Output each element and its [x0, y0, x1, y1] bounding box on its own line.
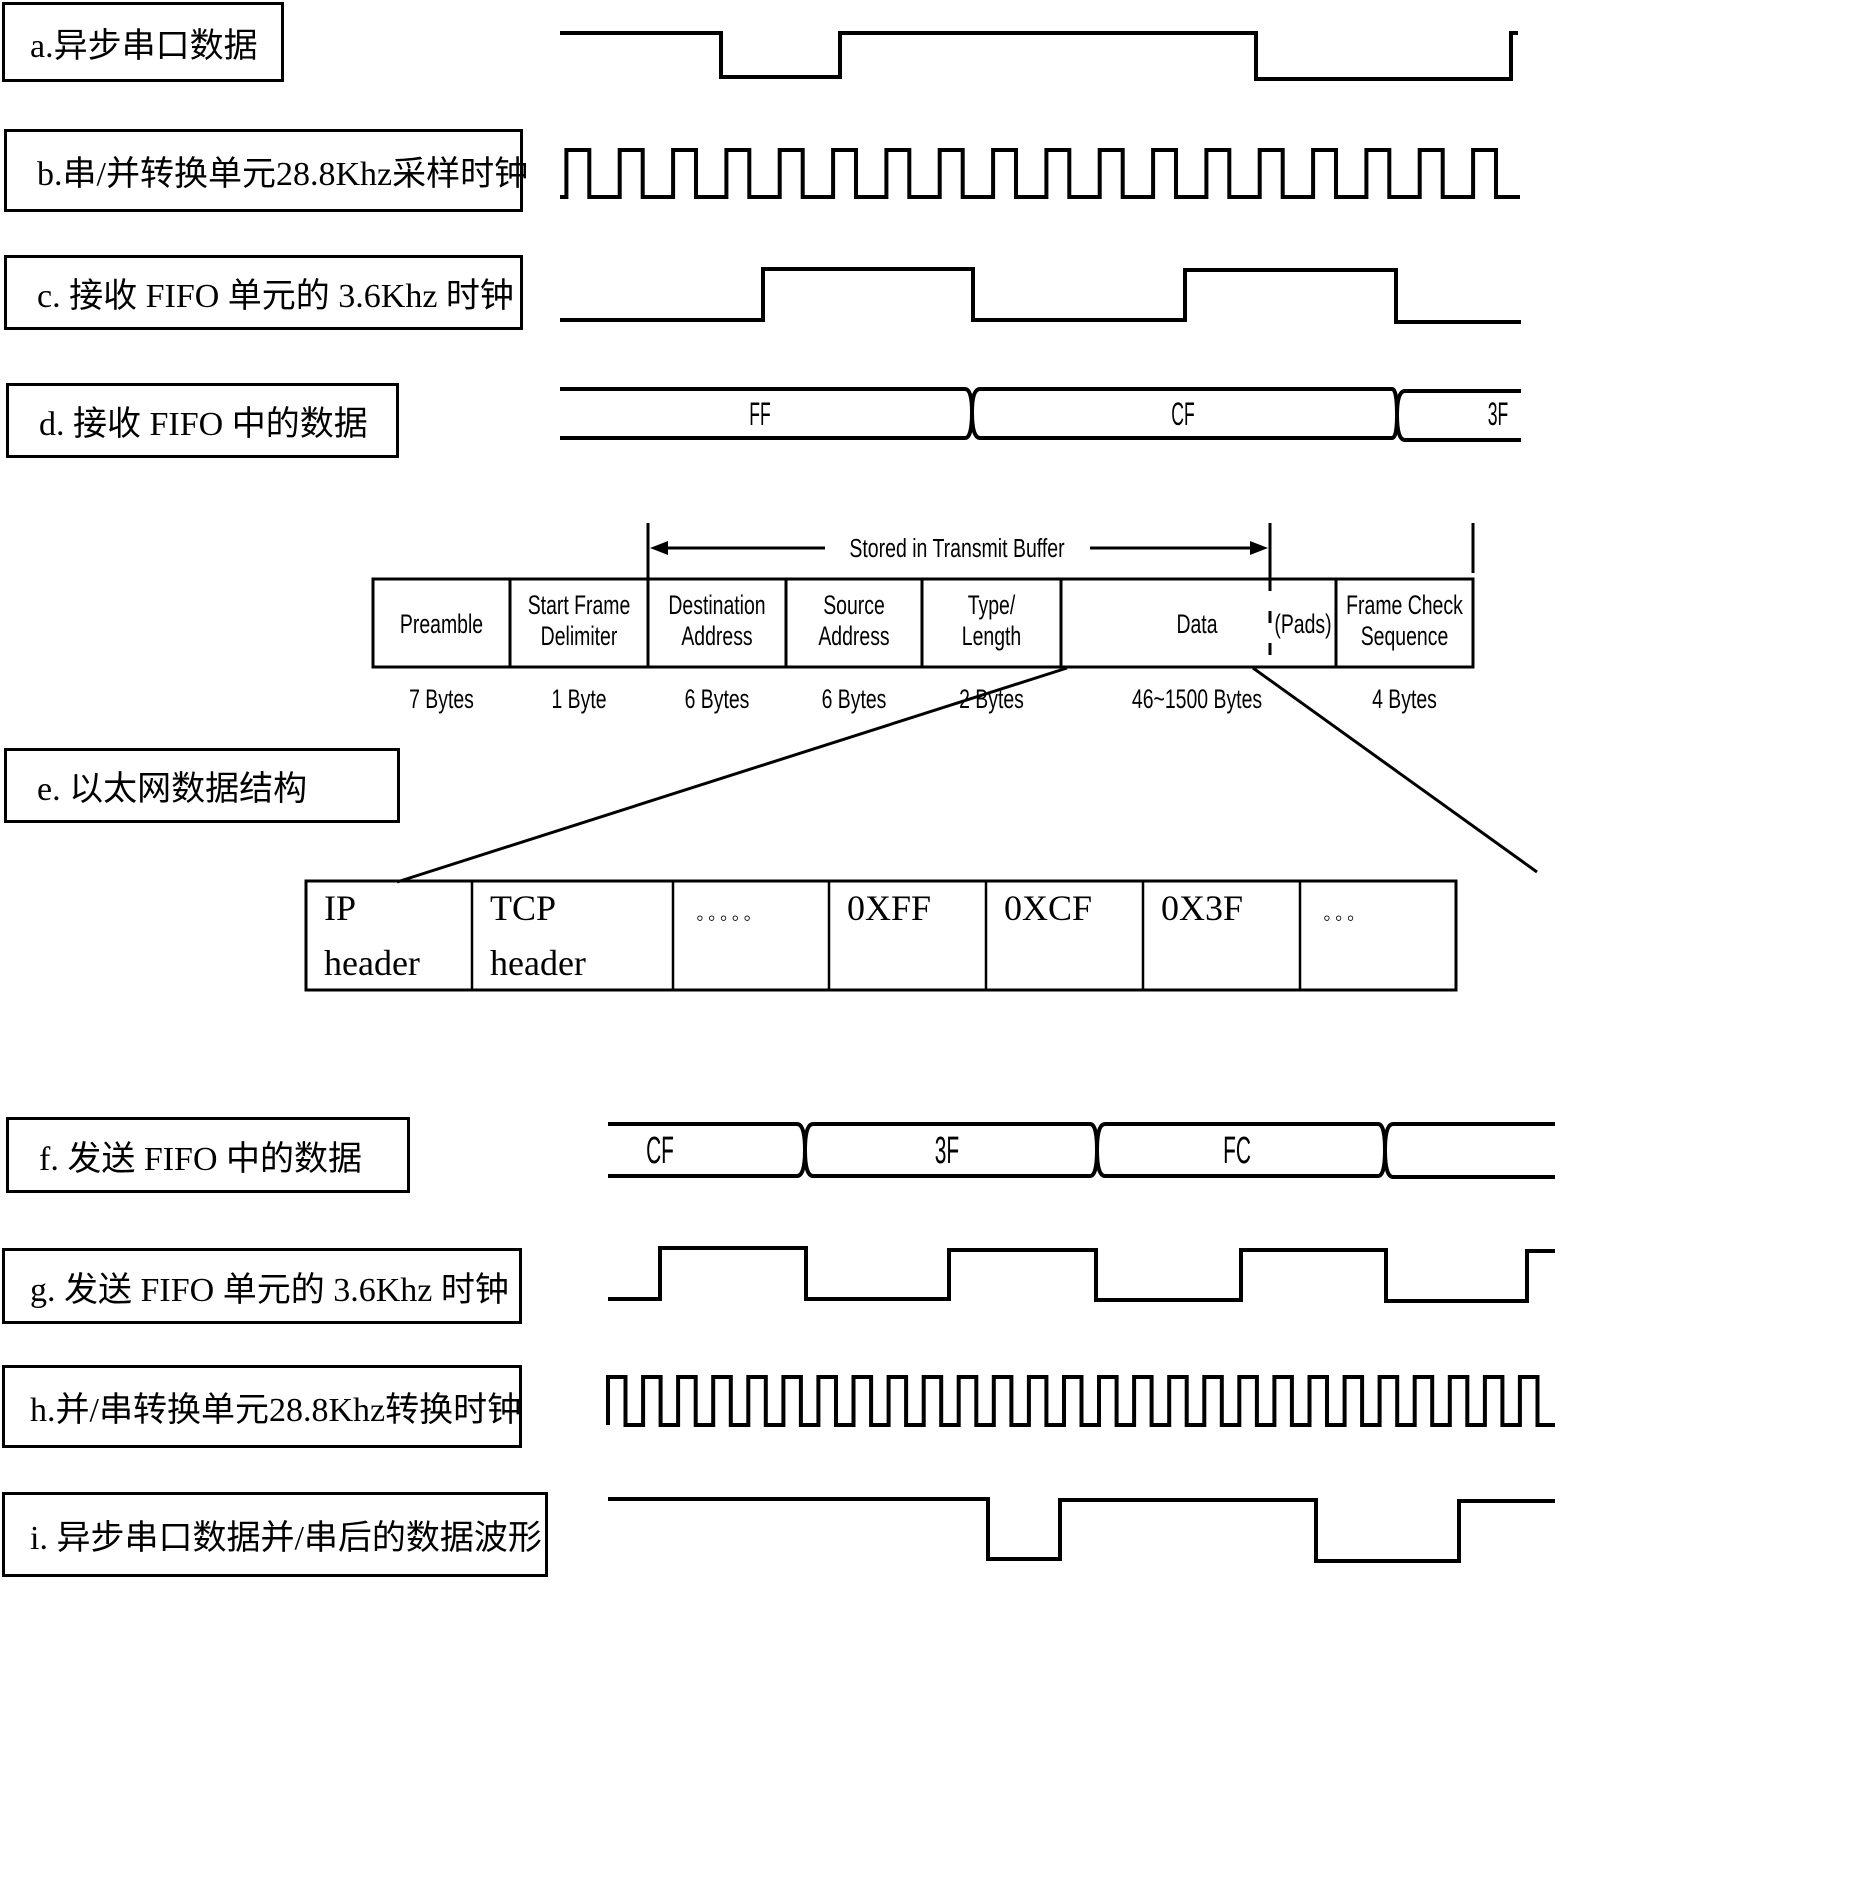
frame-field: Start FrameDelimiter 1 Byte [528, 590, 631, 714]
frame-field-name: (Pads) [1274, 609, 1331, 639]
frame-field-size: 6 Bytes [822, 684, 887, 714]
waveform-h-conversion-clock [606, 1375, 1555, 1427]
frame-field-name: Address [818, 621, 889, 651]
payload-cell-line2: header [324, 943, 420, 983]
frame-field: Type/Length2 Bytes [959, 590, 1024, 714]
bus-d-rx-fifo [560, 387, 1521, 442]
payload-table: IP header TCP header ◦◦◦◦◦ 0XFF 0XCF 0X3F ◦◦◦ [304, 879, 1458, 992]
buffer-annotation: Stored in Transmit Buffer [849, 533, 1065, 562]
timing-diagram: FF CF 3F CF 3F FC Stored in Transmit Buf… [304, 31, 1555, 1563]
rx-byte-2: CF [1171, 398, 1194, 433]
frame-field-name: Delimiter [541, 621, 618, 651]
payload-cell-line1: 0XCF [1004, 888, 1092, 928]
payload-cell: 0X3F [1161, 888, 1243, 928]
frame-field: DestinationAddress 6 Bytes [668, 590, 765, 714]
ethernet-frame: Stored in Transmit Buffer Preamble 7 Byte… [371, 523, 1475, 714]
waveform-a-serial-data [560, 31, 1518, 81]
arrowhead-right-icon [1250, 541, 1268, 555]
payload-cell: TCP header [490, 888, 586, 983]
payload-cell-line1: ◦◦◦ [1323, 905, 1358, 930]
frame-field-name: Destination [668, 590, 765, 620]
arrowhead-left-icon [650, 541, 668, 555]
frame-field-size: 7 Bytes [409, 684, 474, 714]
tx-byte-1: CF [646, 1130, 674, 1172]
waveform-g-tx-fifo-clock [608, 1246, 1555, 1303]
payload-cell: 0XCF [1004, 888, 1092, 928]
frame-field-name: Sequence [1361, 621, 1449, 651]
payload-cell-line1: IP [324, 888, 356, 928]
frame-field: (Pads) [1274, 609, 1331, 639]
bus-f-tx-fifo [608, 1122, 1555, 1179]
tx-byte-2: 3F [935, 1130, 959, 1172]
payload-cell-line1: ◦◦◦◦◦ [696, 905, 755, 930]
payload-cell-line2: header [490, 943, 586, 983]
payload-cell: ◦◦◦◦◦ [696, 905, 755, 930]
frame-field-name: Frame Check [1346, 590, 1463, 620]
frame-field-name: Data [1176, 609, 1218, 639]
payload-cell-line1: 0X3F [1161, 888, 1243, 928]
frame-field-name: Preamble [400, 609, 483, 639]
frame-field-size: 6 Bytes [685, 684, 750, 714]
tx-byte-3: FC [1223, 1130, 1251, 1172]
frame-field-name: Length [962, 621, 1021, 651]
frame-field: Frame CheckSequence 4 Bytes [1346, 590, 1463, 714]
frame-field-size: 4 Bytes [1372, 684, 1437, 714]
payload-cell-line1: TCP [490, 888, 556, 928]
payload-cell: IP header [324, 888, 420, 983]
payload-cell-line1: 0XFF [847, 888, 931, 928]
rx-byte-1: FF [749, 398, 771, 433]
frame-field-size: 1 Byte [551, 684, 606, 714]
waveform-c-rx-fifo-clock [560, 267, 1521, 324]
frame-field-name: Start Frame [528, 590, 631, 620]
rx-byte-3: 3F [1488, 398, 1509, 433]
frame-field-name: Address [681, 621, 752, 651]
payload-cell: ◦◦◦ [1323, 905, 1358, 930]
frame-field: SourceAddress 6 Bytes [818, 590, 889, 714]
frame-field: Data 46~1500 Bytes [1132, 609, 1262, 714]
frame-field: Preamble 7 Bytes [400, 609, 483, 714]
frame-field-name: Type/ [968, 590, 1016, 620]
waveform-b-sample-clock [560, 148, 1520, 199]
payload-cell: 0XFF [847, 888, 931, 928]
frame-field-size: 46~1500 Bytes [1132, 684, 1262, 714]
waveform-i-output-data [608, 1497, 1555, 1563]
frame-field-name: Source [823, 590, 885, 620]
